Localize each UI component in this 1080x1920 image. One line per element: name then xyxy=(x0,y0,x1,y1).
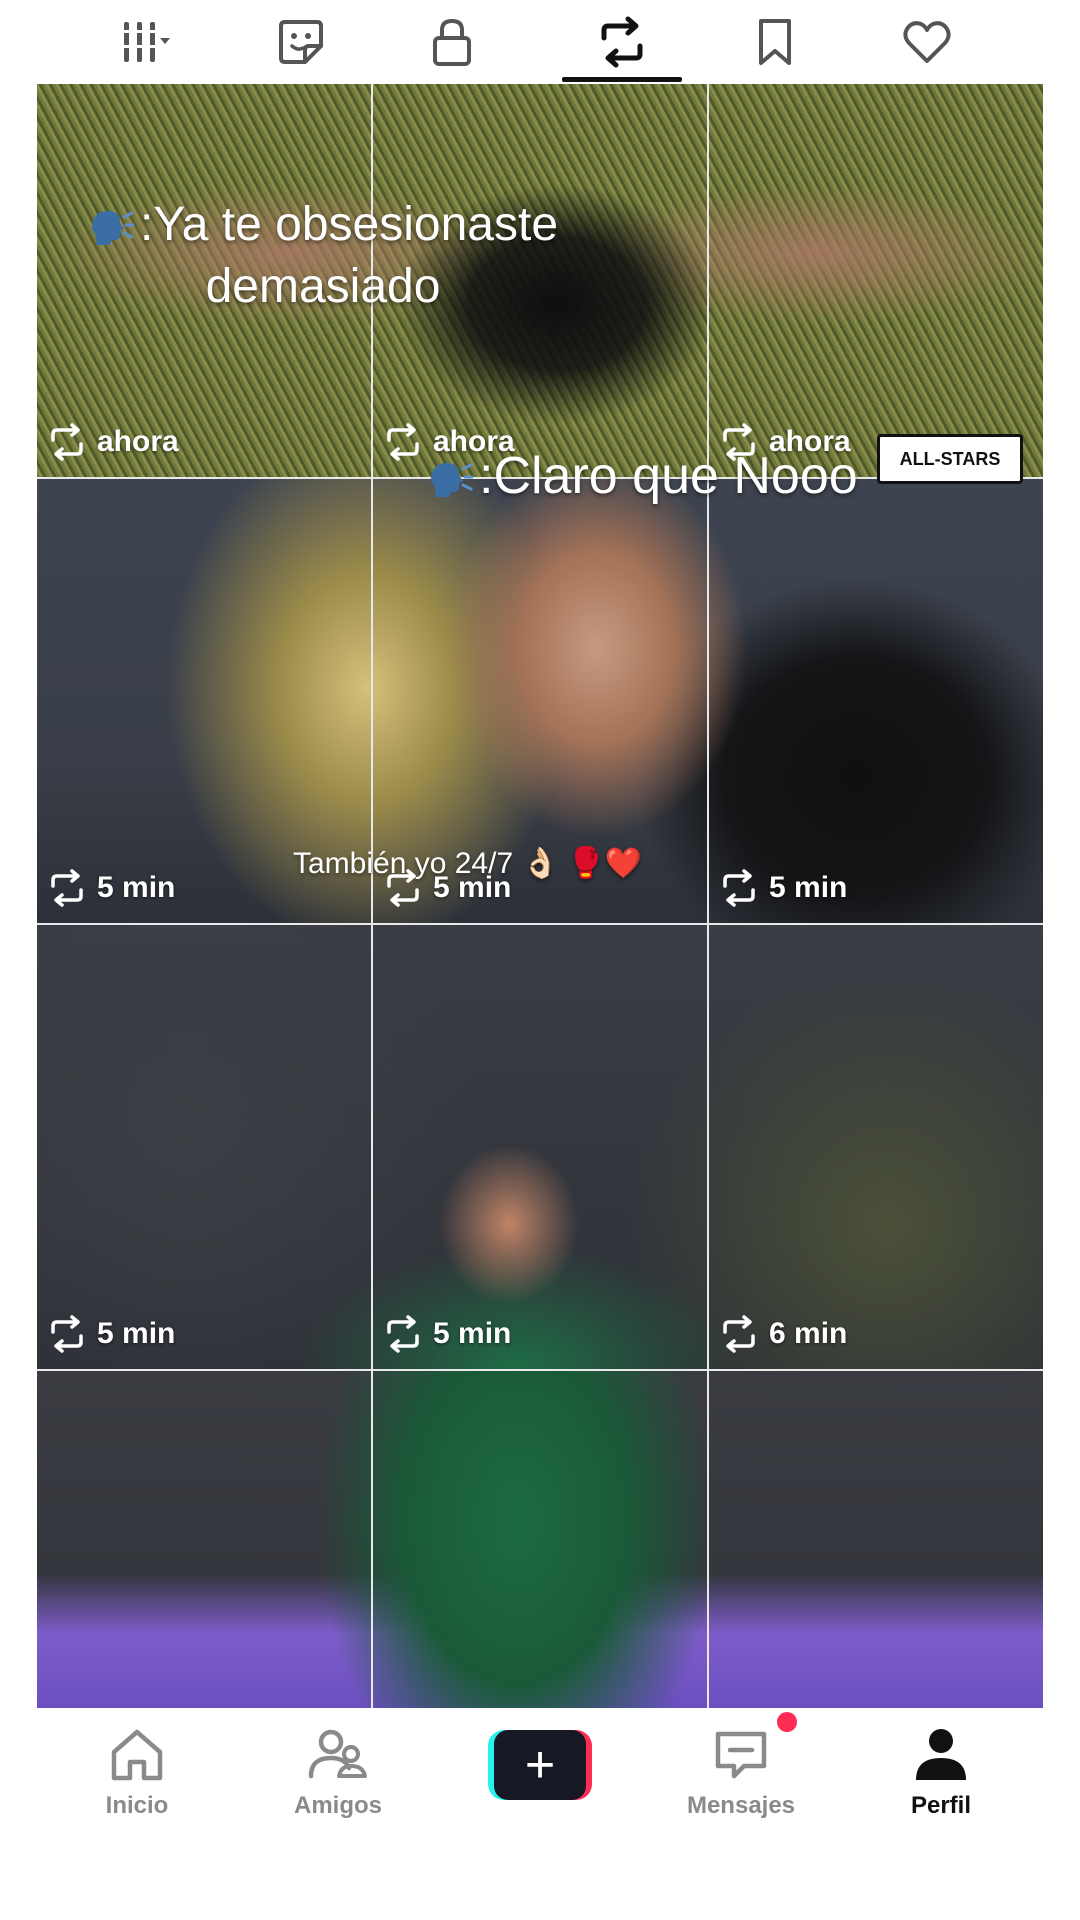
timestamp-text: ahora xyxy=(433,425,515,458)
repost-icon xyxy=(387,423,419,461)
tab-private[interactable] xyxy=(392,0,512,84)
nav-home-label: Inicio xyxy=(105,1792,169,1819)
grid-columns-dropdown-icon xyxy=(122,22,170,62)
lock-icon xyxy=(433,18,471,66)
tab-reposts[interactable] xyxy=(562,0,682,84)
tab-grid-menu[interactable] xyxy=(86,0,206,84)
repost-timestamp: 6 min xyxy=(719,1314,847,1354)
repost-icon xyxy=(723,1315,755,1353)
video-cell[interactable] xyxy=(373,925,707,1369)
repost-icon xyxy=(51,423,83,461)
nav-friends[interactable]: Amigos xyxy=(258,1724,418,1820)
repost-timestamp: 5 min xyxy=(383,868,511,908)
nav-profile-label: Perfil xyxy=(910,1792,972,1819)
message-icon xyxy=(715,1731,767,1779)
timestamp-text: 6 min xyxy=(769,1317,848,1350)
tab-effects[interactable] xyxy=(241,0,361,84)
bookmark-icon xyxy=(759,19,791,65)
timestamp-text: ahora xyxy=(769,425,851,458)
tab-liked[interactable] xyxy=(867,0,987,84)
timestamp-text: ahora xyxy=(97,425,179,458)
speaking-head-icon xyxy=(431,463,473,498)
video-cell[interactable] xyxy=(709,925,1043,1369)
tab-favorites[interactable] xyxy=(715,0,835,84)
timestamp-text: 5 min xyxy=(769,871,848,904)
video-cell[interactable] xyxy=(709,1371,1043,1708)
repost-timestamp: 5 min xyxy=(383,1314,511,1354)
nav-friends-label: Amigos xyxy=(293,1792,382,1819)
active-tab-indicator xyxy=(562,77,682,82)
repost-timestamp: 5 min xyxy=(47,868,175,908)
plus-icon: + xyxy=(494,1730,586,1800)
repost-icon xyxy=(723,423,755,461)
nav-inbox[interactable]: Mensajes xyxy=(661,1724,821,1820)
repost-video-grid: :Ya te obsesionaste demasiado :Claro que… xyxy=(37,84,1043,1708)
repost-timestamp: ahora xyxy=(47,422,179,462)
repost-icon xyxy=(387,869,419,907)
timestamp-text: 5 min xyxy=(97,871,176,904)
home-icon xyxy=(111,1729,163,1781)
repost-icon xyxy=(51,1315,83,1353)
all-stars-logo: ALL-STARS xyxy=(877,434,1023,484)
repost-icon xyxy=(723,869,755,907)
nav-profile[interactable]: Perfil xyxy=(861,1724,1021,1820)
repost-timestamp: ahora xyxy=(383,422,515,462)
create-button[interactable]: + xyxy=(488,1730,592,1800)
repost-timestamp: 5 min xyxy=(719,868,847,908)
repost-timestamp: ahora xyxy=(719,422,851,462)
video-cell[interactable] xyxy=(709,84,1043,477)
nav-home[interactable]: Inicio xyxy=(57,1724,217,1820)
sticker-face-icon xyxy=(279,20,323,64)
app-frame: :Ya te obsesionaste demasiado :Claro que… xyxy=(37,0,1043,1920)
timestamp-text: 5 min xyxy=(433,1317,512,1350)
profile-icon xyxy=(916,1729,966,1780)
repost-timestamp: 5 min xyxy=(47,1314,175,1354)
video-caption-overlay: :Ya te obsesionaste demasiado xyxy=(43,194,603,318)
heart-icon xyxy=(903,21,951,63)
bottom-navigation: Inicio Amigos + Mensajes Perfil xyxy=(37,1708,1043,1920)
speaking-head-icon xyxy=(91,211,134,246)
friends-icon xyxy=(308,1729,367,1779)
video-cell[interactable] xyxy=(373,1371,707,1708)
nav-inbox-label: Mensajes xyxy=(686,1792,796,1819)
caption-text: :Ya te obsesionaste demasiado xyxy=(139,198,559,313)
video-cell[interactable] xyxy=(709,479,1043,923)
notification-dot xyxy=(777,1712,797,1732)
repost-icon xyxy=(601,16,643,68)
timestamp-text: 5 min xyxy=(97,1317,176,1350)
repost-icon xyxy=(51,869,83,907)
timestamp-text: 5 min xyxy=(433,871,512,904)
repost-icon xyxy=(387,1315,419,1353)
profile-tab-bar xyxy=(37,0,1043,84)
video-cell[interactable] xyxy=(37,1371,371,1708)
video-cell[interactable] xyxy=(37,925,371,1369)
